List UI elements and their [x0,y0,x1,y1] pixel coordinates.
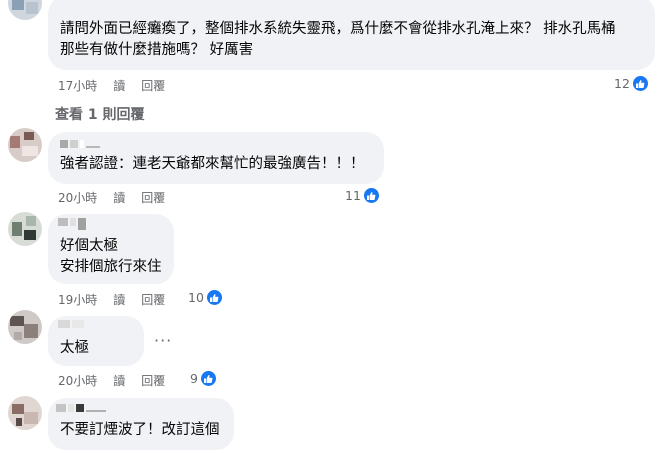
thumbs-up-icon [205,289,223,306]
like-button[interactable]: 讀 [113,189,125,206]
comment-text-line: 不要訂煙波了！改訂這個 [60,422,220,438]
reaction-count[interactable]: 12 [614,75,649,92]
like-count: 12 [614,76,630,91]
comment-text-line: 太極 [60,340,89,356]
comment-text-line: 安排個旅行來住 [60,259,162,275]
comment-time[interactable]: 17小時 [58,77,97,94]
like-button[interactable]: 讀 [113,291,125,308]
author-name[interactable] [58,218,86,230]
reaction-count[interactable]: 10 [188,289,223,306]
author-name[interactable] [56,404,106,412]
reply-button[interactable]: 回覆 [141,189,165,206]
view-replies-link[interactable]: 查看 1 則回覆 [55,104,145,124]
comment-time[interactable]: 20小時 [58,372,97,389]
avatar[interactable] [8,0,42,20]
comment-text-line: 請問外面已經癱瘓了，整個排水系統失靈飛，爲什麼不會從排水孔淹上來？ 排水孔馬桶 [60,21,616,37]
like-button[interactable]: 讀 [113,77,125,94]
more-options-button[interactable]: ··· [154,331,172,350]
reply-button[interactable]: 回覆 [141,372,165,389]
avatar[interactable] [8,396,42,430]
comment-text-line: 強者認證：連老天爺都來幫忙的最強廣告！！！ [60,156,365,172]
thumbs-up-icon [631,75,649,92]
reply-button[interactable]: 回覆 [141,77,165,94]
thumbs-up-icon [199,370,217,387]
author-name[interactable] [60,140,100,148]
like-button[interactable]: 讀 [113,372,125,389]
reaction-count[interactable]: 9 [190,370,217,387]
avatar[interactable] [8,128,42,162]
reply-button[interactable]: 回覆 [141,291,165,308]
avatar[interactable] [8,310,42,344]
comment-time[interactable]: 19小時 [58,291,97,308]
comment-time[interactable]: 20小時 [58,189,97,206]
comment-text-line: 那些有做什麼措施嗎？ 好厲害 [60,42,254,58]
comment-bubble: 請問外面已經癱瘓了，整個排水系統失靈飛，爲什麼不會從排水孔淹上來？ 排水孔馬桶 … [48,0,655,70]
author-name[interactable] [58,320,84,328]
comment-actions: 17小時 讀 回覆 [58,77,165,93]
like-count: 11 [345,188,361,203]
thumbs-up-icon [362,187,380,204]
comment-actions: 19小時 讀 回覆 [58,291,165,307]
comment-text-line: 好個太極 [60,238,118,254]
like-count: 9 [190,371,198,386]
like-count: 10 [188,290,204,305]
avatar[interactable] [8,212,42,246]
reaction-count[interactable]: 11 [345,187,380,204]
comment-actions: 20小時 讀 回覆 [58,372,165,388]
comment-actions: 20小時 讀 回覆 [58,189,165,205]
